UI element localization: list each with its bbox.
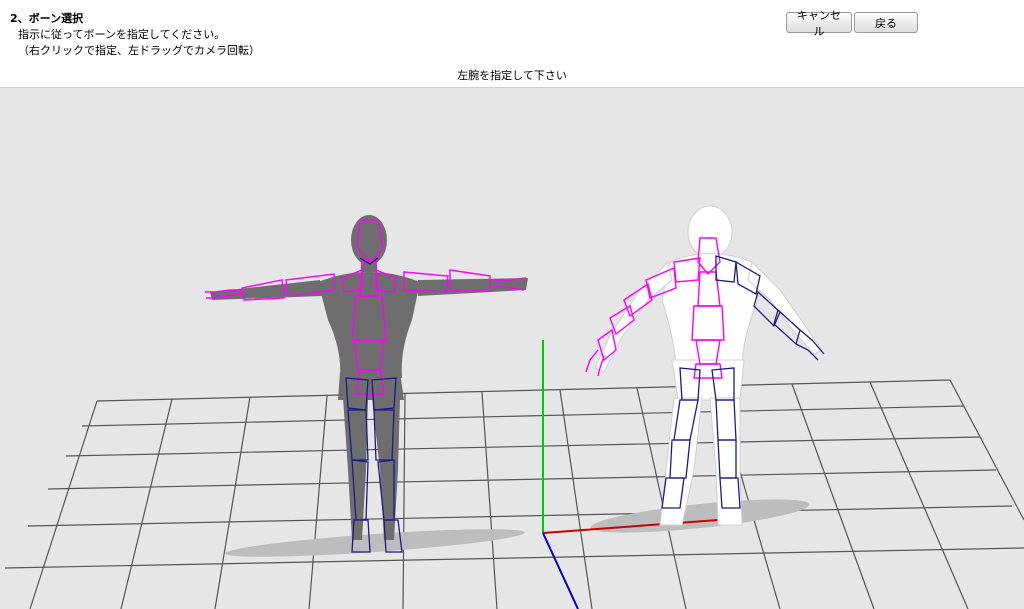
reference-model-tpose [205,215,528,553]
step-title: 2、ボーン選択 [10,12,84,25]
cancel-button[interactable]: キャンセル [786,9,852,38]
selection-prompt: 左腕を指定して下さい [457,69,567,82]
back-button[interactable]: 戻る [854,12,918,33]
instruction-hint: （右クリックで指定、左ドラッグでカメラ回転） [18,44,260,57]
instruction-header: 2、ボーン選択 指示に従ってボーンを指定してください。 （右クリックで指定、左ド… [0,0,1024,88]
instruction-text: 指示に従ってボーンを指定してください。 [18,28,226,41]
floor-grid [4,379,1024,609]
z-axis [542,532,579,609]
3d-viewport[interactable] [0,88,1024,609]
